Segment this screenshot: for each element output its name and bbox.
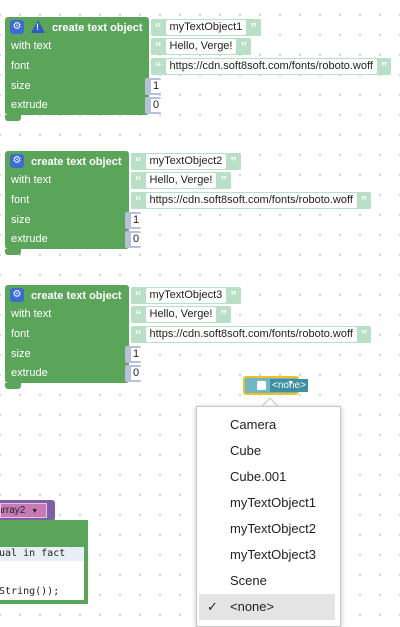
font-url-field[interactable]: “https://cdn.soft8soft.com/fonts/roboto.… [131,326,372,343]
object-name-field[interactable]: “myTextObject3” [131,287,241,304]
font-label: font [11,60,30,72]
with-text-field[interactable]: “Hello, Verge!” [131,172,231,189]
size-label: size [11,214,31,226]
with-text-label: with text [11,40,52,52]
extrude-label: extrude [11,367,48,379]
object-dropdown-menu: Camera Cube Cube.001 myTextObject1 myTex… [196,406,341,627]
menu-item-camera[interactable]: Camera [199,412,335,438]
object-name-field[interactable]: “myTextObject1” [151,19,261,36]
menu-item-label: <none> [230,599,275,614]
object-name-field[interactable]: “myTextObject2” [131,153,241,170]
code-line: oString()); [0,586,60,597]
menu-item-cube[interactable]: Cube [199,438,335,464]
checkmark-icon: ✓ [207,599,218,614]
font-url-field[interactable]: “https://cdn.soft8soft.com/fonts/roboto.… [131,192,372,209]
with-text-label: with text [11,308,52,320]
menu-item-mytextobject3[interactable]: myTextObject3 [199,542,335,568]
font-label: font [11,328,30,340]
size-field[interactable]: 1 [125,346,141,363]
font-label: font [11,194,30,206]
extrude-field[interactable]: 0 [125,231,141,248]
with-text-label: with text [11,174,52,186]
menu-item-none[interactable]: ✓ <none> [199,594,335,620]
extrude-label: extrude [11,233,48,245]
chevron-down-icon[interactable]: ▼ [287,380,294,387]
warning-icon[interactable]: ! [31,20,45,33]
extrude-field[interactable]: 0 [145,97,161,114]
object-picker-block[interactable]: <none> ▼ [243,376,308,395]
size-field[interactable]: 1 [145,78,161,95]
cube-icon [257,381,266,390]
menu-item-mytextobject1[interactable]: myTextObject1 [199,490,335,516]
size-label: size [11,348,31,360]
size-label: size [11,80,31,92]
gear-icon[interactable]: ⚙ [10,288,24,302]
menu-item-scene[interactable]: Scene [199,568,335,594]
menu-item-mytextobject2[interactable]: myTextObject2 [199,516,335,542]
block-header-label: create text object [31,290,122,302]
code-text: qual in fact e oString()); [0,528,84,600]
with-text-field[interactable]: “Hello, Verge!” [131,306,231,323]
with-text-field[interactable]: “Hello, Verge!” [151,38,251,55]
font-url-field[interactable]: “https://cdn.soft8soft.com/fonts/roboto.… [151,58,392,75]
code-line: qual in fact [0,548,66,559]
array-variable-dropdown[interactable]: array2 ▼ [0,503,47,518]
menu-item-cube-001[interactable]: Cube.001 [199,464,335,490]
extrude-field[interactable]: 0 [125,365,141,382]
block-header-label: create text object [52,22,143,34]
gear-icon[interactable]: ⚙ [10,154,24,168]
block-header-label: create text object [31,156,122,168]
gear-icon[interactable]: ⚙ [10,20,24,34]
extrude-label: extrude [11,99,48,111]
size-field[interactable]: 1 [125,212,141,229]
